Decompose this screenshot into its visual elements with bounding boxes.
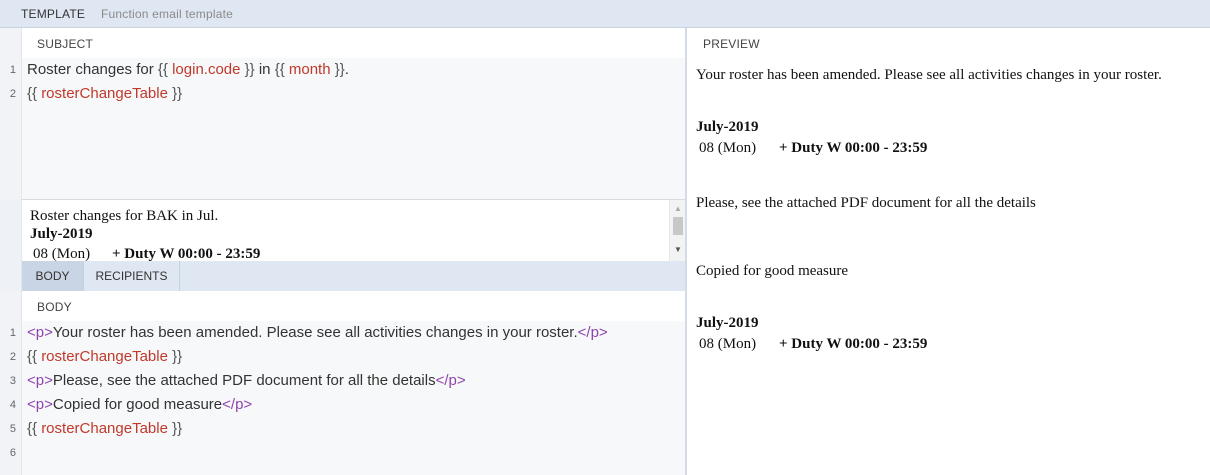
body-subtabs: BODY RECIPIENTS — [22, 261, 685, 291]
gutter-strip — [0, 199, 22, 291]
template-variable: rosterChangeTable — [41, 85, 168, 102]
line-number: 1 — [9, 64, 16, 76]
tab-recipients[interactable]: RECIPIENTS — [84, 261, 179, 291]
html-tag: </p> — [435, 372, 466, 389]
gutter-strip — [0, 28, 22, 58]
template-variable: login.code — [172, 61, 241, 78]
subject-preview-line: Roster changes for BAK in Jul. — [30, 208, 219, 224]
subject-preview-day: 08 (Mon) — [33, 246, 91, 261]
mustache-brace: {{ — [274, 61, 289, 78]
mustache-brace: }} — [167, 348, 183, 365]
code-text: Copied for good measure — [52, 396, 223, 413]
top-tab-bar: TEMPLATE Function email template — [0, 0, 1210, 28]
subject-preview-scrollbar[interactable]: ▲ ▼ — [669, 200, 685, 261]
code-line[interactable]: {{ rosterChangeTable }} — [27, 82, 182, 106]
preview-paragraph-3: Copied for good measure — [696, 263, 849, 279]
html-tag: <p> — [27, 372, 53, 389]
mustache-brace: {{ — [27, 420, 42, 437]
preview-table-2-month: July-2019 — [696, 315, 759, 331]
html-tag: </p> — [577, 324, 608, 341]
line-number: 6 — [9, 447, 16, 459]
preview-header-label: PREVIEW — [703, 37, 760, 51]
tab-template[interactable]: TEMPLATE — [21, 7, 85, 21]
code-text: in — [254, 61, 275, 78]
line-number: 3 — [9, 375, 16, 387]
mustache-brace: {{ — [27, 85, 42, 102]
template-subtitle: Function email template — [101, 7, 233, 21]
subject-preview: Roster changes for BAK in Jul. July-2019… — [22, 199, 685, 261]
code-text: . — [344, 61, 349, 78]
tab-body[interactable]: BODY — [22, 261, 83, 291]
code-line[interactable]: Roster changes for {{ login.code }} in {… — [27, 58, 349, 82]
preview-pane: PREVIEW Your roster has been amended. Pl… — [687, 28, 1210, 475]
subject-gutter: 12 — [0, 58, 22, 199]
html-tag: </p> — [222, 396, 253, 413]
subject-header: SUBJECT — [22, 28, 685, 58]
preview-table-1-duty: + Duty W 00:00 - 23:59 — [779, 140, 928, 156]
code-line[interactable]: <p>Your roster has been amended. Please … — [27, 321, 608, 345]
mustache-brace: {{ — [27, 348, 42, 365]
line-number: 2 — [9, 88, 16, 100]
preview-table-2-duty: + Duty W 00:00 - 23:59 — [779, 336, 928, 352]
line-number: 1 — [9, 327, 16, 339]
body-header: BODY — [22, 291, 685, 321]
body-header-label: BODY — [37, 300, 72, 314]
subject-editor[interactable]: Roster changes for {{ login.code }} in {… — [22, 58, 685, 199]
preview-paragraph-2: Please, see the attached PDF document fo… — [696, 195, 1036, 211]
mustache-brace: }} — [167, 420, 183, 437]
mustache-brace: {{ — [157, 61, 173, 78]
code-text: Please, see the attached PDF document fo… — [52, 372, 436, 389]
mustache-brace: }} — [330, 61, 345, 78]
subject-preview-month: July-2019 — [30, 226, 93, 242]
scroll-down-icon[interactable]: ▼ — [674, 245, 682, 254]
preview-table-1-day: 08 (Mon) — [699, 140, 757, 156]
preview-table-1-month: July-2019 — [696, 119, 759, 135]
code-line[interactable]: {{ rosterChangeTable }} — [27, 417, 182, 441]
subject-preview-duty: + Duty W 00:00 - 23:59 — [112, 246, 261, 261]
preview-table-2-day: 08 (Mon) — [699, 336, 757, 352]
subject-header-label: SUBJECT — [37, 37, 94, 51]
mustache-brace: }} — [167, 85, 183, 102]
code-line[interactable]: <p>Please, see the attached PDF document… — [27, 369, 466, 393]
preview-header: PREVIEW — [687, 28, 1210, 58]
scroll-thumb[interactable] — [673, 217, 683, 235]
body-editor[interactable]: <p>Your roster has been amended. Please … — [22, 321, 685, 475]
code-text: Your roster has been amended. Please see… — [52, 324, 578, 341]
html-tag: <p> — [27, 324, 53, 341]
mustache-brace: }} — [240, 61, 255, 78]
body-gutter: 1 2 3 4 5 6 — [0, 321, 22, 475]
code-line[interactable]: <p>Copied for good measure</p> — [27, 393, 252, 417]
line-number: 2 — [9, 351, 16, 363]
line-number: 5 — [9, 423, 16, 435]
html-tag: <p> — [27, 396, 53, 413]
template-variable: rosterChangeTable — [41, 348, 168, 365]
template-variable: rosterChangeTable — [41, 420, 168, 437]
template-variable: month — [288, 61, 331, 78]
gutter-strip — [0, 291, 22, 321]
tab-separator — [179, 261, 180, 291]
code-line[interactable]: {{ rosterChangeTable }} — [27, 345, 182, 369]
editor-pane: SUBJECT 12 Roster changes for {{ login.c… — [0, 28, 687, 475]
preview-paragraph-1: Your roster has been amended. Please see… — [696, 67, 1162, 83]
scroll-up-icon[interactable]: ▲ — [674, 204, 682, 213]
code-text: Roster changes for — [27, 61, 158, 78]
line-number: 4 — [9, 399, 16, 411]
